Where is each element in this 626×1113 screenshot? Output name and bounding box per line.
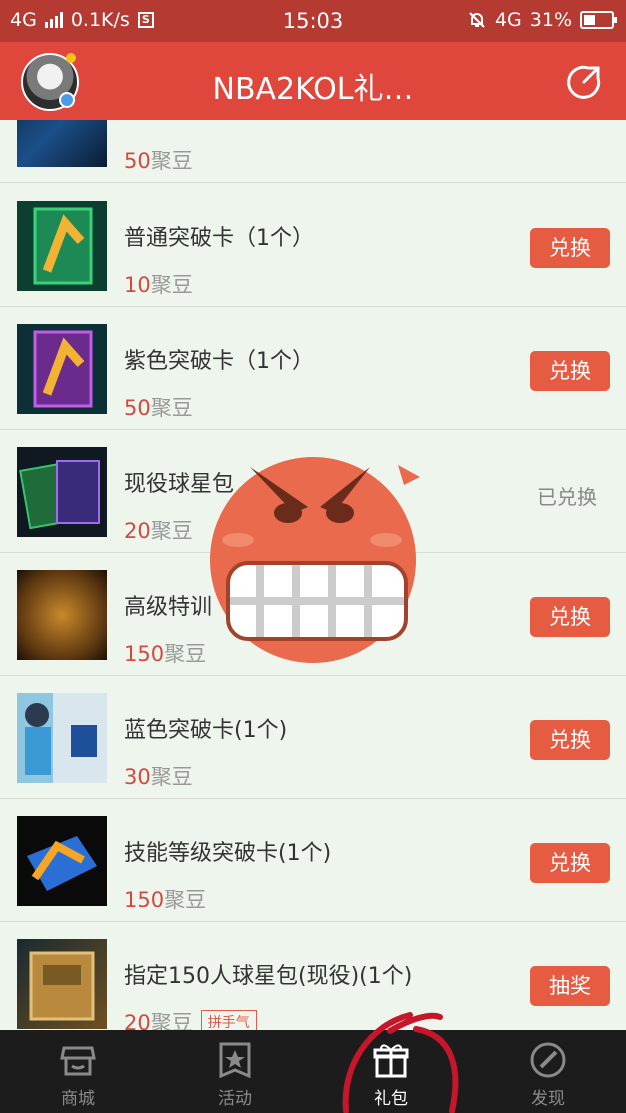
item-name: 技能等级突破卡(1个) [124,841,332,866]
redeem-button[interactable]: 兑换 [530,597,610,637]
tab-label: 商城 [61,1089,95,1109]
item-thumbnail [17,120,107,167]
bottom-tab-bar: 商城 活动 礼包 发现 [0,1030,626,1113]
tab-discover[interactable]: 发现 [470,1030,626,1113]
tab-label: 活动 [218,1089,252,1109]
item-thumbnail [17,201,107,291]
list-item: 50聚豆 兑换 [0,120,626,183]
luck-tag: 拼手气 [200,1010,257,1030]
list-item: 紫色突破卡（1个） 50聚豆 兑换 [0,307,626,430]
item-name: 普通突破卡（1个） [124,226,314,251]
list-item: 普通突破卡（1个） 10聚豆 兑换 [0,184,626,307]
item-thumbnail [17,570,107,660]
item-price: 150聚豆 [124,888,207,912]
redeem-button[interactable]: 兑换 [530,228,610,268]
item-name: 紫色突破卡（1个） [124,349,314,374]
app-header: NBA2KOL礼… [0,42,626,120]
item-name: 蓝色突破卡(1个) [124,718,288,743]
battery-icon [580,11,617,29]
redeem-button[interactable]: 兑换 [530,843,610,883]
tab-activity[interactable]: 活动 [157,1030,313,1113]
notification-dot [66,53,76,63]
item-name: 高级特训 [124,595,213,620]
tab-store[interactable]: 商城 [0,1030,156,1113]
item-price: 30聚豆 [124,765,193,789]
mute-bell-icon [469,12,485,28]
item-price: 10聚豆 [124,273,193,297]
redeem-button[interactable]: 兑换 [530,351,610,391]
tab-label: 发现 [531,1089,565,1109]
angry-face-sticker [210,457,420,663]
store-icon [60,1046,96,1076]
item-price: 20聚豆 [124,519,193,543]
redeemed-status: 已兑换 [537,485,597,509]
item-price: 50聚豆 [124,149,193,173]
status-bar: 4G 0.1K/s S 15:03 4G 31% [0,0,626,42]
item-price: 50聚豆 [124,396,193,420]
item-price: 20聚豆 拼手气 [124,1007,257,1030]
item-name: 指定150人球星包(现役)(1个) [124,964,413,989]
redeem-button[interactable]: 兑换 [530,720,610,760]
item-thumbnail [17,816,107,906]
item-thumbnail [17,447,107,537]
item-thumbnail [17,939,107,1029]
share-icon[interactable] [566,64,602,100]
battery-text: 31% [529,9,572,31]
compass-icon [530,1042,566,1078]
item-price: 150聚豆 [124,642,207,666]
red-scribble-annotation [342,1012,459,1113]
list-item: 技能等级突破卡(1个) 150聚豆 兑换 [0,799,626,922]
star-badge-icon [219,1042,251,1079]
list-item: 指定150人球星包(现役)(1个) 20聚豆 拼手气 抽奖 [0,922,626,1030]
list-item: 蓝色突破卡(1个) 30聚豆 兑换 [0,676,626,799]
network2-label: 4G [494,9,522,31]
lottery-button[interactable]: 抽奖 [530,966,610,1006]
page-title: NBA2KOL礼… [212,72,414,107]
item-thumbnail [17,324,107,414]
item-thumbnail [17,693,107,783]
